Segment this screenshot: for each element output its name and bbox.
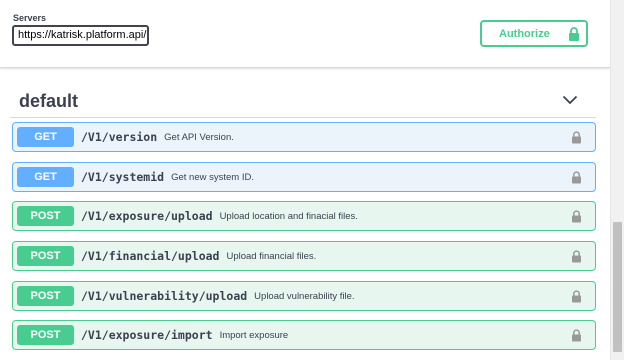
operation-summary: Get new system ID. [171,171,254,183]
lock-icon[interactable] [571,328,582,342]
operation-path: /V1/exposure/import [81,328,213,342]
operation-post-vulnerability-upload[interactable]: POST /V1/vulnerability/upload Upload vul… [12,281,596,311]
operation-path: /V1/vulnerability/upload [81,289,248,303]
lock-icon[interactable] [571,170,582,184]
method-badge: POST [17,286,74,306]
operation-path: /V1/systemid [81,170,165,184]
operation-summary: Upload vulnerability file. [254,290,355,302]
scheme-container: Servers https://katrisk.platform.api/ Au… [0,0,610,68]
servers-select[interactable]: https://katrisk.platform.api/ [12,25,149,46]
operation-post-exposure-upload[interactable]: POST /V1/exposure/upload Upload location… [12,201,596,231]
operation-summary: Import exposure [219,329,289,341]
scrollbar-thumb[interactable] [613,222,622,352]
operation-path: /V1/financial/upload [81,249,220,263]
authorize-button[interactable]: Authorize [480,20,588,47]
method-badge: POST [17,325,74,345]
servers-label: Servers [13,13,47,23]
lock-icon[interactable] [571,289,582,303]
method-badge: POST [17,206,74,226]
method-badge: GET [17,167,74,187]
vertical-scrollbar[interactable] [610,0,624,360]
operation-post-exposure-import[interactable]: POST /V1/exposure/import Import exposure [12,320,596,350]
operation-summary: Upload location and finacial files. [219,210,358,222]
operation-post-financial-upload[interactable]: POST /V1/financial/upload Upload financi… [12,241,596,271]
lock-icon[interactable] [571,249,582,263]
lock-icon[interactable] [571,209,582,223]
method-badge: GET [17,127,74,147]
operation-summary: Upload financial files. [226,250,317,262]
tag-section-default[interactable]: default [10,86,596,118]
lock-icon [568,26,580,41]
chevron-down-icon[interactable] [562,92,578,110]
operation-path: /V1/exposure/upload [81,209,213,223]
operation-summary: Get API Version. [164,131,234,143]
method-badge: POST [17,246,74,266]
operation-path: /V1/version [81,130,158,144]
operation-get-version[interactable]: GET /V1/version Get API Version. [12,122,596,152]
lock-icon[interactable] [571,130,582,144]
tag-title: default [19,91,79,111]
operation-get-systemid[interactable]: GET /V1/systemid Get new system ID. [12,162,596,192]
authorize-label: Authorize [499,27,550,40]
